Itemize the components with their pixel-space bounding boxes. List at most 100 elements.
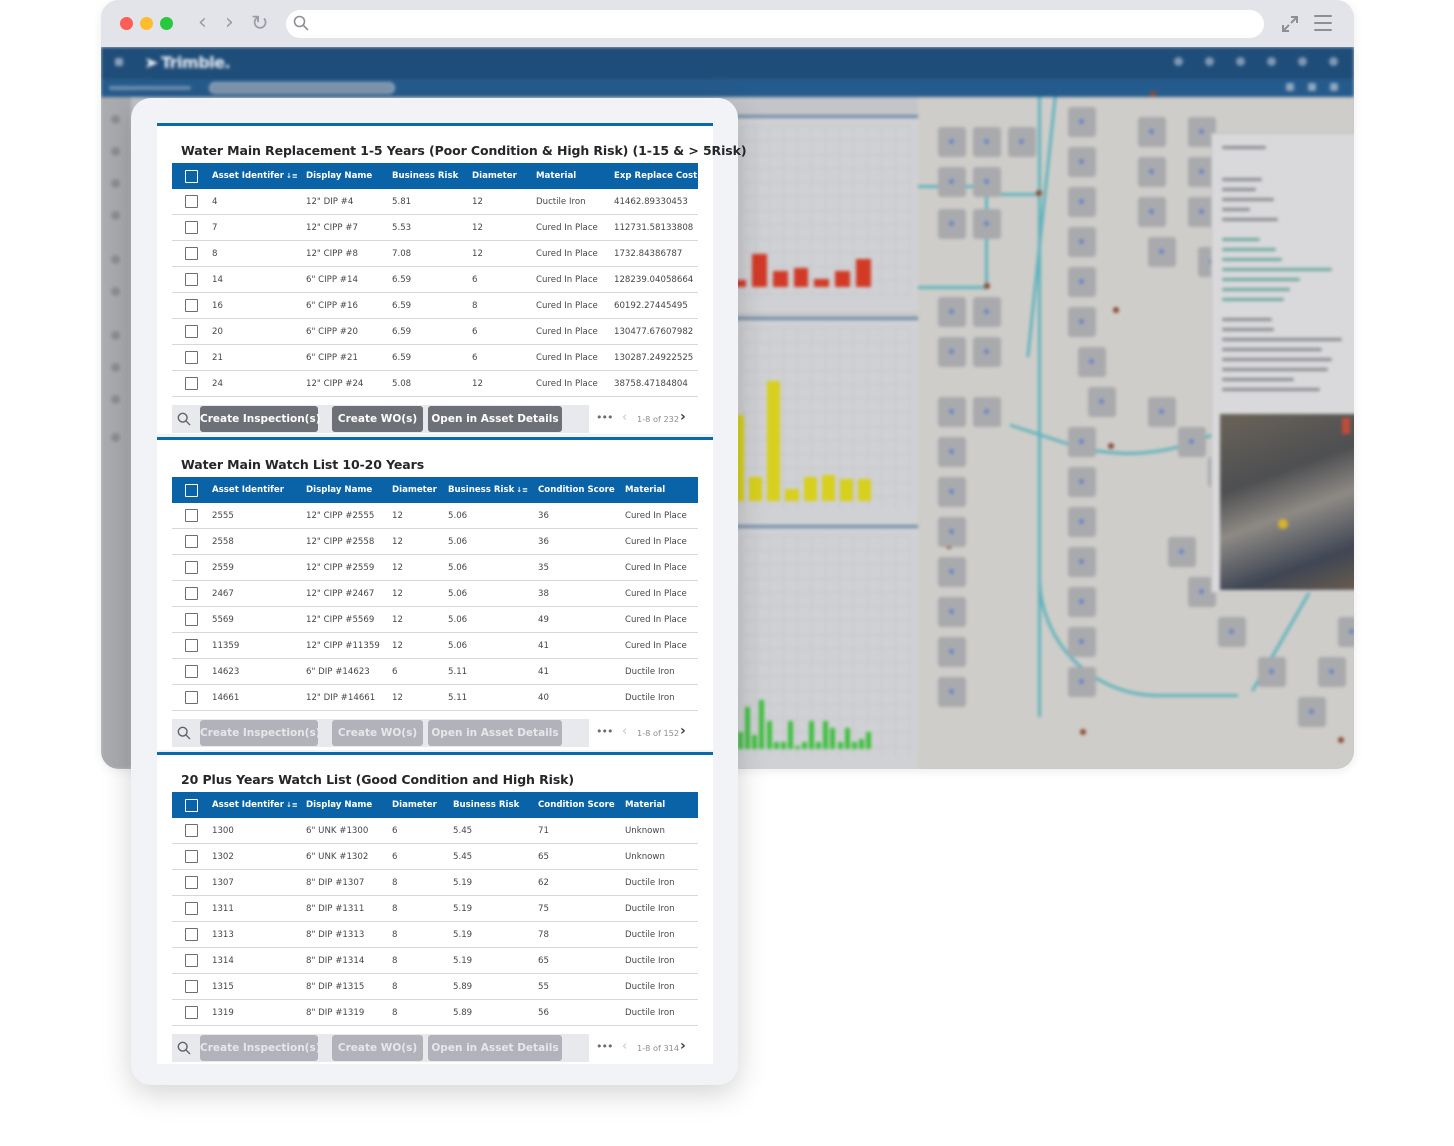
row-checkbox[interactable] xyxy=(185,535,198,548)
sidebar-icon[interactable] xyxy=(111,363,120,372)
create-inspection-button[interactable]: Create Inspection(s) xyxy=(200,720,321,746)
sidebar-icon[interactable] xyxy=(111,147,120,156)
column-header-material[interactable]: Material xyxy=(536,171,576,181)
table-row[interactable]: 4 12" DIP #4 5.81 12 Ductile Iron 41462.89330… xyxy=(172,189,698,215)
previous-page-icon[interactable]: ‹ xyxy=(622,410,627,425)
row-checkbox[interactable] xyxy=(185,273,198,286)
table-row[interactable]: 2558 12" CIPP #2558 12 5.06 36 Cured In Place xyxy=(172,529,698,555)
sidebar-icon[interactable] xyxy=(111,255,120,264)
search-icon[interactable] xyxy=(177,412,191,426)
more-options-icon[interactable]: ••• xyxy=(596,411,613,424)
sidebar-icon[interactable] xyxy=(111,115,120,124)
row-checkbox[interactable] xyxy=(185,902,198,915)
column-header-diameter[interactable]: Diameter xyxy=(392,485,437,495)
column-header-display-name[interactable]: Display Name xyxy=(306,800,372,810)
column-header-condition-score[interactable]: Condition Score xyxy=(538,485,615,495)
column-header-asset-identifer[interactable]: Asset Identifer ↓≡ xyxy=(212,171,298,181)
table-row[interactable]: 1311 8" DIP #1311 8 5.19 75 Ductile Iron xyxy=(172,896,698,922)
row-checkbox[interactable] xyxy=(185,928,198,941)
create-inspection-button[interactable]: Create Inspection(s) xyxy=(200,1035,321,1061)
column-header-diameter[interactable]: Diameter xyxy=(472,171,517,181)
next-page-icon[interactable]: › xyxy=(680,723,686,739)
table-row[interactable]: 14623 6" DIP #14623 6 5.11 41 Ductile Iron xyxy=(172,659,698,685)
forward-button[interactable]: › xyxy=(225,10,234,36)
row-checkbox[interactable] xyxy=(185,665,198,678)
create-wo-button[interactable]: Create WO(s) xyxy=(332,1035,423,1061)
table-row[interactable]: 1319 8" DIP #1319 8 5.89 56 Ductile Iron xyxy=(172,1000,698,1026)
table-row[interactable]: 24 12" CIPP #24 5.08 12 Cured In Place 38758.… xyxy=(172,371,698,397)
back-button[interactable]: ‹ xyxy=(198,10,207,36)
row-checkbox[interactable] xyxy=(185,850,198,863)
row-checkbox[interactable] xyxy=(185,195,198,208)
table-row[interactable]: 8 12" CIPP #8 7.08 12 Cured In Place 1732.843… xyxy=(172,241,698,267)
table-row[interactable]: 1302 6" UNK #1302 6 5.45 65 Unknown xyxy=(172,844,698,870)
open-asset-details-button[interactable]: Open in Asset Details xyxy=(428,720,562,746)
column-header-material[interactable]: Material xyxy=(625,800,665,810)
column-header-diameter[interactable]: Diameter xyxy=(392,800,437,810)
row-checkbox[interactable] xyxy=(185,980,198,993)
row-checkbox[interactable] xyxy=(185,509,198,522)
table-row[interactable]: 2559 12" CIPP #2559 12 5.06 35 Cured In Place xyxy=(172,555,698,581)
column-header-asset-identifer[interactable]: Asset Identifer ↓≡ xyxy=(212,800,298,810)
search-icon[interactable] xyxy=(177,1041,191,1055)
sidebar-icon[interactable] xyxy=(111,331,120,340)
column-header-material[interactable]: Material xyxy=(625,485,665,495)
create-inspection-button[interactable]: Create Inspection(s) xyxy=(200,406,321,432)
sidebar-icon[interactable] xyxy=(111,179,120,188)
reload-button[interactable]: ↻ xyxy=(251,10,269,36)
sidebar-icon[interactable] xyxy=(111,211,120,220)
previous-page-icon[interactable]: ‹ xyxy=(622,1039,627,1054)
row-checkbox[interactable] xyxy=(185,1006,198,1019)
table-row[interactable]: 11359 12" CIPP #11359 12 5.06 41 Cured In Pla… xyxy=(172,633,698,659)
search-icon[interactable] xyxy=(177,726,191,740)
sidebar-icon[interactable] xyxy=(111,395,120,404)
row-checkbox[interactable] xyxy=(185,561,198,574)
sidebar-icon[interactable] xyxy=(111,287,120,296)
sort-descending-icon[interactable]: ↓≡ xyxy=(286,801,298,809)
row-checkbox[interactable] xyxy=(185,247,198,260)
table-row[interactable]: 2555 12" CIPP #2555 12 5.06 36 Cured In Place xyxy=(172,503,698,529)
row-checkbox[interactable] xyxy=(185,587,198,600)
table-row[interactable]: 7 12" CIPP #7 5.53 12 Cured In Place 112731.5… xyxy=(172,215,698,241)
table-row[interactable]: 1300 6" UNK #1300 6 5.45 71 Unknown xyxy=(172,818,698,844)
row-checkbox[interactable] xyxy=(185,613,198,626)
column-header-display-name[interactable]: Display Name xyxy=(306,485,372,495)
table-row[interactable]: 2467 12" CIPP #2467 12 5.06 38 Cured In Place xyxy=(172,581,698,607)
select-all-checkbox[interactable] xyxy=(185,484,198,497)
sidebar-icon[interactable] xyxy=(111,433,120,442)
select-all-checkbox[interactable] xyxy=(185,799,198,812)
table-row[interactable]: 14 6" CIPP #14 6.59 6 Cured In Place 128239.0… xyxy=(172,267,698,293)
user-icon[interactable] xyxy=(1298,57,1307,66)
column-header-condition-score[interactable]: Condition Score xyxy=(538,800,615,810)
column-header-business-risk[interactable]: Business Risk xyxy=(453,800,519,810)
view-tabs[interactable] xyxy=(209,82,395,94)
row-checkbox[interactable] xyxy=(185,325,198,338)
table-row[interactable]: 1313 8" DIP #1313 8 5.19 78 Ductile Iron xyxy=(172,922,698,948)
row-checkbox[interactable] xyxy=(185,221,198,234)
apps-icon[interactable] xyxy=(1329,57,1338,66)
table-row[interactable]: 16 6" CIPP #16 6.59 8 Cured In Place 60192.27… xyxy=(172,293,698,319)
expand-icon[interactable] xyxy=(1280,14,1300,34)
row-checkbox[interactable] xyxy=(185,299,198,312)
menu-icon[interactable] xyxy=(1314,15,1332,31)
table-row[interactable]: 14661 12" DIP #14661 12 5.11 40 Ductile Iron xyxy=(172,685,698,711)
table-row[interactable]: 20 6" CIPP #20 6.59 6 Cured In Place 130477.6… xyxy=(172,319,698,345)
row-checkbox[interactable] xyxy=(185,824,198,837)
open-asset-details-button[interactable]: Open in Asset Details xyxy=(428,1035,562,1061)
app-menu-icon[interactable] xyxy=(115,58,123,66)
table-row[interactable]: 21 6" CIPP #21 6.59 6 Cured In Place 130287.2… xyxy=(172,345,698,371)
next-page-icon[interactable]: › xyxy=(680,1038,686,1054)
previous-page-icon[interactable]: ‹ xyxy=(622,724,627,739)
minimize-window-button[interactable] xyxy=(140,17,153,30)
settings-icon[interactable] xyxy=(1267,57,1276,66)
row-checkbox[interactable] xyxy=(185,691,198,704)
column-header-business-risk[interactable]: Business Risk xyxy=(392,171,458,181)
row-checkbox[interactable] xyxy=(185,639,198,652)
column-header-display-name[interactable]: Display Name xyxy=(306,171,372,181)
column-header-exp-replace-cost[interactable]: Exp Replace Cost xyxy=(614,171,697,181)
create-wo-button[interactable]: Create WO(s) xyxy=(332,406,423,432)
close-window-button[interactable] xyxy=(120,17,133,30)
column-header-asset-identifer[interactable]: Asset Identifer xyxy=(212,485,284,495)
asset-photo[interactable] xyxy=(1220,414,1354,590)
more-options-icon[interactable]: ••• xyxy=(596,1040,613,1053)
